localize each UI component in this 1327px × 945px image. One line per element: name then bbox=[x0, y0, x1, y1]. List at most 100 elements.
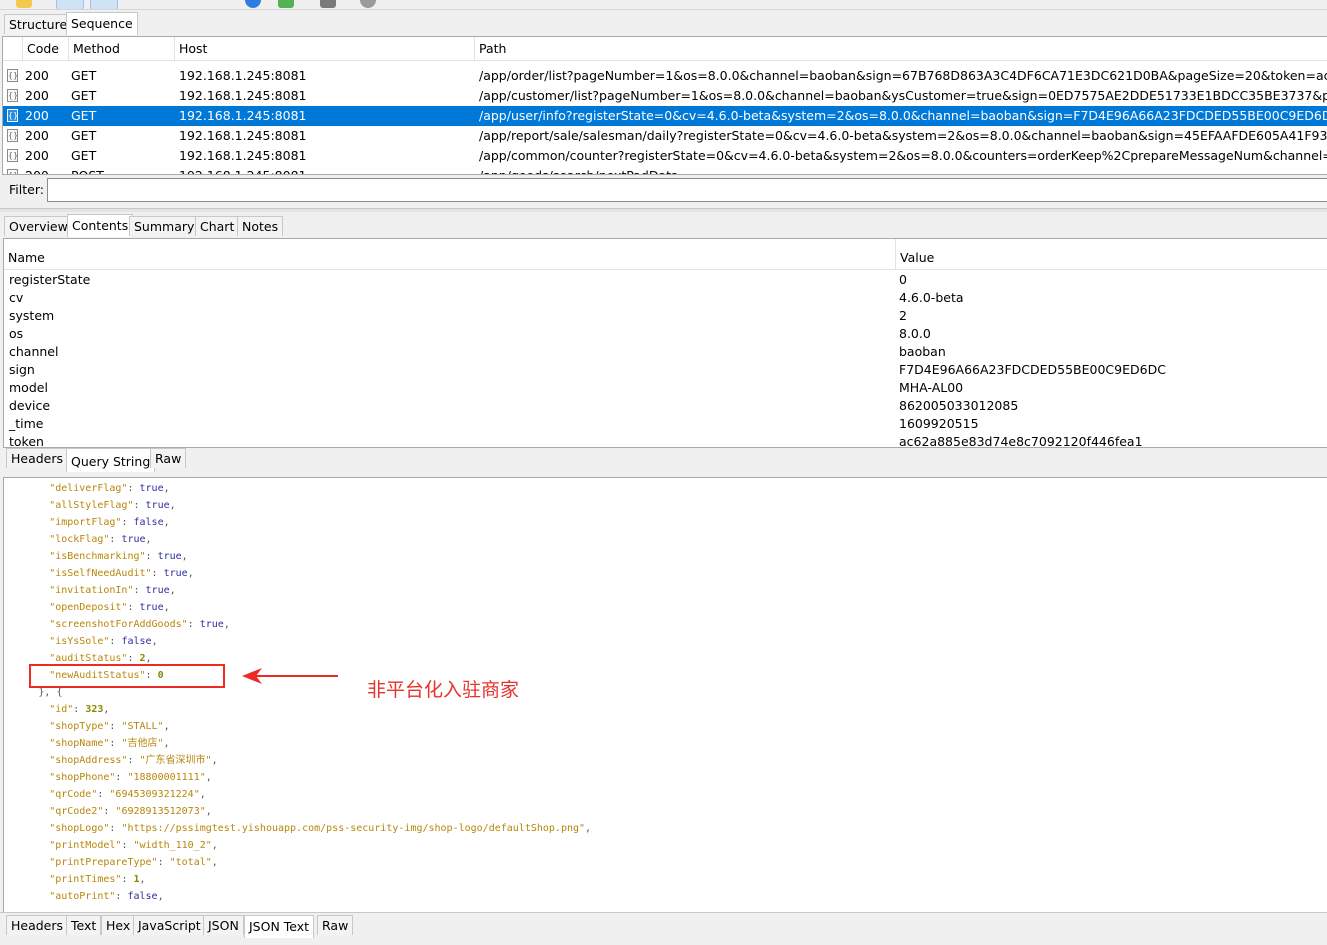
tab-structure[interactable]: Structure bbox=[4, 14, 73, 34]
json-token: : bbox=[127, 755, 140, 766]
json-token: : bbox=[121, 517, 134, 528]
tab-json-text[interactable]: JSON Text bbox=[244, 915, 315, 938]
request-icon: {} bbox=[7, 129, 19, 142]
json-token: , bbox=[157, 891, 164, 902]
cell-method: POST bbox=[71, 166, 171, 174]
json-token: : bbox=[109, 823, 122, 834]
table-row[interactable]: token ac62a885e83d74e8c7092120f446fea1 bbox=[4, 433, 1327, 447]
tab-text[interactable]: Text bbox=[66, 915, 102, 935]
json-token: : bbox=[121, 840, 134, 851]
tab-summary[interactable]: Summary bbox=[129, 216, 200, 236]
tab-overview[interactable]: Overview bbox=[4, 216, 73, 236]
detail-tabstrip: Overview Contents Summary Chart Notes bbox=[0, 214, 1327, 238]
param-name: _time bbox=[9, 416, 44, 431]
tab-request-headers[interactable]: Headers bbox=[6, 448, 69, 468]
settings-icon[interactable] bbox=[360, 0, 376, 8]
json-text-view[interactable]: "deliverFlag": true, "allStyleFlag": true… bbox=[3, 477, 1327, 913]
json-token: "autoPrint" bbox=[49, 891, 116, 902]
column-header-icon bbox=[3, 37, 23, 61]
table-row[interactable]: registerState 0 bbox=[4, 271, 1327, 289]
json-token: , bbox=[163, 738, 170, 749]
record-toggle-icon[interactable] bbox=[56, 0, 84, 9]
tab-chart[interactable]: Chart bbox=[195, 216, 240, 236]
json-token: , bbox=[199, 789, 206, 800]
param-name: cv bbox=[9, 290, 24, 305]
json-line: "printModel": "width_110_2", bbox=[49, 837, 218, 854]
json-token: "isBenchmarking" bbox=[49, 551, 146, 562]
request-icon: {} bbox=[7, 89, 19, 102]
table-row[interactable]: model MHA-AL00 bbox=[4, 379, 1327, 397]
table-row[interactable]: system 2 bbox=[4, 307, 1327, 325]
json-token: "isSelfNeedAudit" bbox=[49, 568, 152, 579]
json-line: "qrCode2": "6928913512073", bbox=[49, 803, 212, 820]
table-row[interactable]: {} 200 GET 192.168.1.245:8081/app/user/info… bbox=[3, 106, 1327, 126]
tab-notes[interactable]: Notes bbox=[237, 216, 284, 236]
column-header-code[interactable]: Code bbox=[23, 37, 69, 61]
filter-input[interactable] bbox=[47, 178, 1327, 202]
tab-hex[interactable]: Hex bbox=[101, 915, 136, 935]
json-token: , bbox=[205, 772, 212, 783]
column-header-name[interactable]: Name bbox=[4, 239, 896, 270]
splitter[interactable] bbox=[0, 208, 1327, 212]
json-token: "shopName" bbox=[49, 738, 110, 749]
json-line: "printPrepareType": "total", bbox=[49, 854, 218, 871]
json-token: "importFlag" bbox=[49, 517, 122, 528]
json-token: , bbox=[187, 568, 194, 579]
tools-icon[interactable] bbox=[320, 0, 336, 8]
json-token: : bbox=[109, 636, 122, 647]
cell-path: /app/order/list?pageNumber=1&os=8.0.0&ch… bbox=[479, 68, 1327, 83]
json-line: "shopType": "STALL", bbox=[49, 718, 169, 735]
json-token: "6928913512073" bbox=[115, 806, 206, 817]
column-header-host[interactable]: Host bbox=[175, 37, 475, 61]
request-icon: {} bbox=[7, 169, 18, 174]
param-name: os bbox=[9, 326, 24, 341]
json-token: : bbox=[73, 704, 86, 715]
table-row[interactable]: {} 200 GET 192.168.1.245:8081/app/customer/… bbox=[3, 86, 1327, 106]
json-token: true bbox=[145, 585, 170, 596]
cell-method: GET bbox=[71, 148, 97, 163]
table-row[interactable]: sign F7D4E96A66A23FDCDED55BE00C9ED6DC bbox=[4, 361, 1327, 379]
json-token: : bbox=[109, 721, 122, 732]
json-token: "shopPhone" bbox=[49, 772, 116, 783]
table-row[interactable]: {} 200 GET 192.168.1.245:8081/app/common/co… bbox=[3, 146, 1327, 166]
param-value: MHA-AL00 bbox=[899, 380, 964, 395]
table-row[interactable]: _time 1609920515 bbox=[4, 415, 1327, 433]
folder-icon[interactable] bbox=[16, 0, 32, 8]
column-header-value[interactable]: Value bbox=[896, 239, 1327, 270]
json-token: "shopLogo" bbox=[49, 823, 110, 834]
column-header-method[interactable]: Method bbox=[69, 37, 175, 61]
tab-response-raw[interactable]: Raw bbox=[317, 915, 354, 935]
table-row[interactable]: {} 200 GET 192.168.1.245:8081/app/order/lis… bbox=[3, 66, 1327, 86]
table-row[interactable]: channel baoban bbox=[4, 343, 1327, 361]
tab-sequence[interactable]: Sequence bbox=[66, 12, 138, 35]
throttle-toggle-icon[interactable] bbox=[90, 0, 118, 9]
tab-request-raw[interactable]: Raw bbox=[150, 448, 187, 468]
param-name: channel bbox=[9, 344, 59, 359]
cell-path: /app/common/counter?registerState=0&cv=4… bbox=[479, 148, 1327, 163]
json-token: "printTimes" bbox=[49, 874, 122, 885]
table-row[interactable]: os 8.0.0 bbox=[4, 325, 1327, 343]
table-row[interactable]: {} 200 GET 192.168.1.245:8081/app/report/sa… bbox=[3, 126, 1327, 146]
param-value: 1609920515 bbox=[899, 416, 979, 431]
tab-javascript[interactable]: JavaScript bbox=[133, 915, 206, 935]
json-token: , bbox=[163, 721, 170, 732]
table-row[interactable]: {} 200POST 192.168.1.245:8081/app/goods/se… bbox=[3, 166, 1327, 174]
toolbar bbox=[0, 0, 1327, 10]
check-icon[interactable] bbox=[278, 0, 294, 8]
param-name: sign bbox=[9, 362, 35, 377]
json-token: , bbox=[211, 755, 218, 766]
tab-response-headers[interactable]: Headers bbox=[6, 915, 69, 935]
json-token: , bbox=[211, 857, 218, 868]
json-token: false bbox=[133, 517, 164, 528]
tab-query-string[interactable]: Query String bbox=[66, 448, 156, 472]
json-line: "shopName": "吉他店", bbox=[49, 735, 169, 752]
tab-contents[interactable]: Contents bbox=[67, 214, 134, 237]
column-header-path[interactable]: Path bbox=[475, 37, 1327, 61]
tab-json[interactable]: JSON bbox=[203, 915, 244, 935]
table-row[interactable]: device 862005033012085 bbox=[4, 397, 1327, 415]
table-row[interactable]: cv 4.6.0-beta bbox=[4, 289, 1327, 307]
json-token: true bbox=[139, 602, 164, 613]
json-line: "isBenchmarking": true, bbox=[49, 548, 188, 565]
refresh-icon[interactable] bbox=[245, 0, 261, 8]
param-value: F7D4E96A66A23FDCDED55BE00C9ED6DC bbox=[899, 362, 1166, 377]
